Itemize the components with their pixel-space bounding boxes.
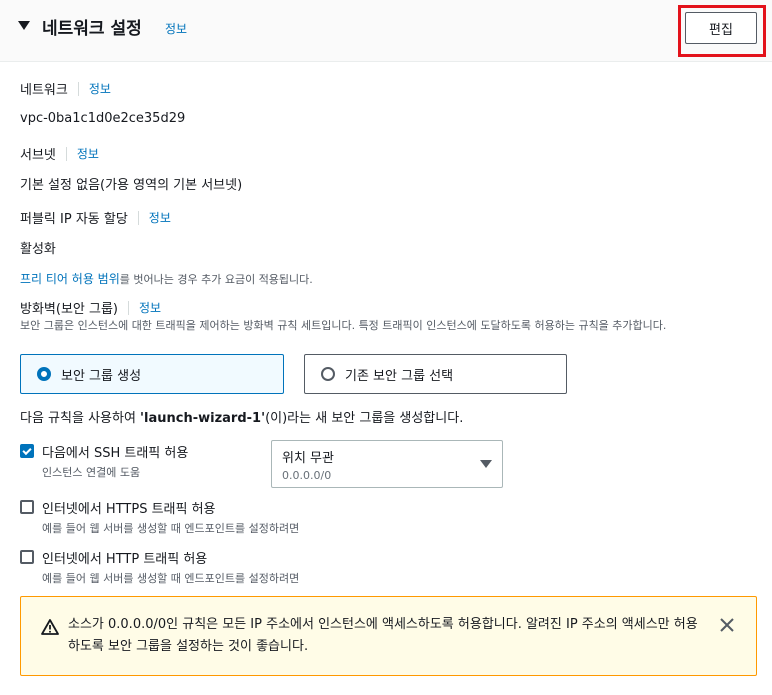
ssh-source-value: 위치 무관 [282,451,334,466]
public-ip-label-row: 퍼블릭 IP 자동 할당 정보 [20,208,171,227]
public-ip-label: 퍼블릭 IP 자동 할당 [20,212,128,227]
subnet-label: 서브넷 [20,148,56,163]
network-label: 네트워크 [20,83,68,98]
ssh-source-select[interactable]: 위치 무관 0.0.0.0/0 [271,440,503,488]
warning-text: 소스가 0.0.0.0/0인 규칙은 모든 IP 주소에서 인스턴스에 액세스하… [68,617,698,654]
network-label-row: 네트워크 정보 [20,79,111,98]
free-tier-link[interactable]: 프리 티어 허용 범위 [20,272,120,286]
ssh-checkbox[interactable] [20,444,34,458]
rule-text-suffix: (이)라는 새 보안 그룹을 생성합니다. [265,411,464,426]
firewall-label-row: 방화벽(보안 그룹) 정보 [20,298,161,317]
radio-selected-icon[interactable] [37,367,51,381]
http-checkbox[interactable] [20,550,34,564]
warning-alert: 소스가 0.0.0.0/0인 규칙은 모든 IP 주소에서 인스턴스에 액세스하… [20,596,757,676]
network-info-link[interactable]: 정보 [89,80,111,97]
https-rule-label: 인터넷에서 HTTPS 트래픽 허용 [42,502,216,517]
http-rule-desc: 예를 들어 웹 서버를 생성할 때 엔드포인트를 설정하려면 [42,572,300,585]
section-title: 네트워크 설정 [42,19,142,39]
dropdown-arrow-icon [480,460,492,468]
close-icon[interactable] [717,615,737,635]
rule-text-prefix: 다음 규칙을 사용하여 [20,411,141,426]
firewall-description: 보안 그룹은 인스턴스에 대한 트래픽을 제어하는 방화벽 규칙 세트입니다. … [20,319,667,332]
https-rule-row: 인터넷에서 HTTPS 트래픽 허용 예를 들어 웹 서버를 생성할 때 엔드포… [20,498,299,536]
rule-description: 다음 규칙을 사용하여 'launch-wizard-1'(이)라는 새 보안 … [20,407,463,426]
subnet-label-row: 서브넷 정보 [20,144,99,163]
section-info-link[interactable]: 정보 [165,20,187,37]
divider [137,210,139,225]
subnet-info-link[interactable]: 정보 [77,145,99,162]
http-rule-label: 인터넷에서 HTTP 트래픽 허용 [42,552,208,567]
ssh-rule-label: 다음에서 SSH 트래픽 허용 [42,446,189,461]
public-ip-value: 활성화 [20,242,56,257]
network-value: vpc-0ba1c1d0e2ce35d29 [20,111,186,126]
ssh-rule-desc: 인스턴스 연결에 도움 [42,466,141,479]
public-ip-info-link[interactable]: 정보 [149,209,171,226]
caret-down-icon[interactable] [18,21,30,30]
https-rule-desc: 예를 들어 웹 서버를 생성할 때 엔드포인트를 설정하려면 [42,522,300,535]
radio-unselected-icon[interactable] [321,367,335,381]
free-tier-notice: 프리 티어 허용 범위를 벗어나는 경우 추가 요금이 적용됩니다. [20,270,313,287]
firewall-label: 방화벽(보안 그룹) [20,302,118,317]
subnet-value: 기본 설정 없음(가용 영역의 기본 서브넷) [20,178,243,193]
create-security-group-option[interactable]: 보안 그룹 생성 [20,354,284,394]
firewall-info-link[interactable]: 정보 [139,299,161,316]
warning-icon [41,619,59,635]
create-security-group-label: 보안 그룹 생성 [61,368,142,384]
free-tier-text: 를 벗어나는 경우 추가 요금이 적용됩니다. [119,273,313,286]
select-existing-security-group-option[interactable]: 기존 보안 그룹 선택 [304,354,567,394]
http-rule-row: 인터넷에서 HTTP 트래픽 허용 예를 들어 웹 서버를 생성할 때 엔드포인… [20,548,299,586]
divider [77,81,79,96]
divider [128,300,129,315]
security-group-name: 'launch-wizard-1' [140,411,266,426]
edit-button[interactable]: 편집 [685,12,757,44]
ssh-source-cidr: 0.0.0.0/0 [282,469,332,482]
select-existing-security-group-label: 기존 보안 그룹 선택 [345,368,454,384]
ssh-rule-row: 다음에서 SSH 트래픽 허용 인스턴스 연결에 도움 [20,442,188,480]
section-header: 네트워크 설정 정보 편집 [0,0,772,62]
divider [65,146,67,161]
https-checkbox[interactable] [20,500,34,514]
